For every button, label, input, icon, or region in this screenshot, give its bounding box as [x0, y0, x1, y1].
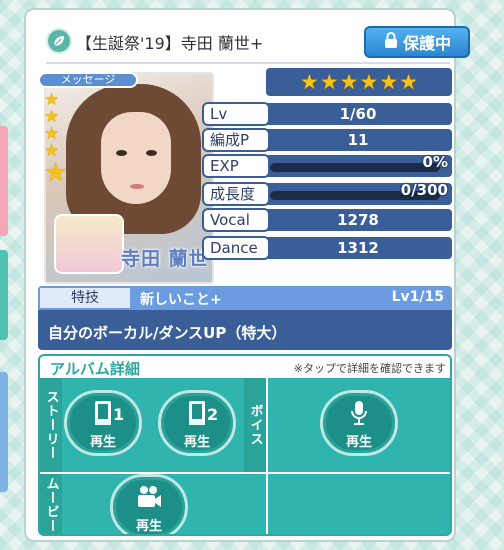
- album-note: ※タップで詳細を確認できます: [293, 362, 446, 375]
- skill-description: 自分のボーカル/ダンスUP（特大）: [48, 324, 287, 342]
- birthday-cake-art: [54, 214, 124, 274]
- album-col-divider: [266, 378, 268, 534]
- card-header: 【生誕祭'19】寺田 蘭世+ 保護中: [46, 26, 470, 58]
- stat-label: Lv: [202, 102, 270, 126]
- star-icon: ★: [319, 70, 339, 94]
- play-label: 再生: [89, 435, 116, 450]
- stat-row: Vocal 1278: [202, 208, 452, 232]
- album-panel: アルバム詳細 ※タップで詳細を確認できます ストーリー ボイス ムービー 1 再…: [38, 354, 452, 536]
- story-1-number: 1: [113, 405, 125, 424]
- skill-header: 特技 新しいこと+ Lv1/15: [38, 286, 452, 310]
- header-divider: [46, 62, 450, 64]
- card-art-eye-right: [146, 150, 157, 156]
- star-icon: ★: [339, 70, 359, 94]
- stat-row: Lv 1/60: [202, 102, 452, 126]
- story-2-number: 2: [207, 405, 219, 424]
- stat-value: 1312: [264, 237, 452, 259]
- skill-name: 新しいこと+: [140, 292, 222, 308]
- play-label: 再生: [345, 435, 372, 450]
- progress-track: [270, 163, 440, 172]
- card-title: 【生誕祭'19】寺田 蘭世+: [76, 34, 264, 53]
- leaf-icon: [46, 28, 72, 54]
- stat-value-box: 0/300: [264, 181, 452, 205]
- stat-label: 編成P: [202, 128, 270, 152]
- stat-label: 成長度: [202, 182, 270, 206]
- rarity-star-big-icon: ★: [44, 158, 68, 188]
- book-icon: [161, 399, 233, 431]
- stat-value: 0%: [422, 153, 448, 171]
- stat-value: 0/300: [400, 181, 448, 199]
- side-tab-teal: [0, 250, 8, 340]
- book-icon: [67, 399, 139, 431]
- story-label: ストーリー: [40, 378, 62, 472]
- play-label: 再生: [183, 435, 210, 450]
- awakening-stars: ★ ★ ★ ★ ★ ★: [266, 68, 452, 96]
- star-icon: ★: [300, 70, 319, 94]
- star-icon: ★: [379, 70, 399, 94]
- stat-row: EXP 0%: [202, 153, 452, 178]
- skill-panel: 特技 新しいこと+ Lv1/15 自分のボーカル/ダンスUP（特大）: [38, 286, 452, 350]
- lock-icon: [383, 31, 399, 53]
- stat-label: Dance: [202, 236, 270, 260]
- member-card-image[interactable]: 寺田 蘭世: [44, 72, 214, 284]
- microphone-icon: [323, 399, 395, 431]
- member-signature: 寺田 蘭世: [121, 248, 209, 270]
- skill-level: Lv1/15: [391, 289, 444, 305]
- stat-value: 1278: [264, 209, 452, 231]
- message-badge[interactable]: メッセージ: [38, 72, 138, 88]
- album-header: アルバム詳細 ※タップで詳細を確認できます: [40, 356, 450, 378]
- skill-label: 特技: [40, 288, 130, 308]
- card-art-eye-left: [116, 150, 127, 156]
- movie-label: ムービー: [40, 474, 62, 534]
- stat-row: Dance 1312: [202, 236, 452, 260]
- stat-value-box: 0%: [264, 153, 452, 177]
- stat-label: EXP: [202, 154, 270, 178]
- story-2-play-button[interactable]: 2 再生: [158, 390, 236, 456]
- stat-value: 1/60: [264, 103, 452, 125]
- member-detail-card: 【生誕祭'19】寺田 蘭世+ 保護中 メッセージ 寺田 蘭世 ★ ★ ★ ★ ★…: [24, 8, 470, 542]
- voice-label: ボイス: [244, 378, 266, 472]
- voice-play-button[interactable]: 再生: [320, 390, 398, 456]
- card-art-lips: [130, 184, 144, 189]
- album-row-divider: [40, 472, 450, 474]
- story-1-play-button[interactable]: 1 再生: [64, 390, 142, 456]
- star-icon: ★: [359, 70, 379, 94]
- play-label: 再生: [135, 519, 162, 534]
- star-icon: ★: [399, 70, 418, 94]
- stat-label: Vocal: [202, 208, 270, 232]
- side-tab-pink: [0, 126, 8, 236]
- stat-row: 編成P 11: [202, 128, 452, 152]
- protect-button[interactable]: 保護中: [364, 26, 470, 58]
- rarity-stars: ★ ★ ★ ★ ★: [44, 92, 68, 188]
- video-camera-icon: [113, 483, 185, 515]
- stat-row: 成長度 0/300: [202, 181, 452, 206]
- card-art-face: [101, 112, 171, 204]
- movie-play-button[interactable]: 再生: [110, 474, 188, 534]
- album-title: アルバム詳細: [50, 360, 140, 378]
- protect-label: 保護中: [402, 34, 451, 53]
- stat-value: 11: [264, 129, 452, 151]
- side-tab-blue: [0, 372, 8, 492]
